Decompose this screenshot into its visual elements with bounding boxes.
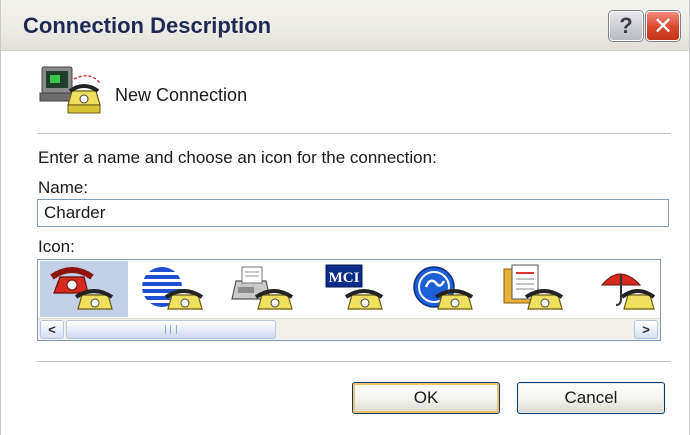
cancel-button[interactable]: Cancel [517,382,665,414]
arrow-right-icon: > [642,322,650,337]
dialog-body: New Connection Enter a name and choose a… [11,51,679,435]
umbrella-icon [600,273,656,310]
icon-list: MCI < > [37,259,661,341]
name-label: Name: [38,178,89,197]
scroll-right-button[interactable]: > [634,320,658,339]
ge-logo-icon [413,266,474,310]
icon-list-scrollbar[interactable]: < > [38,318,660,340]
icon-option-mci[interactable]: MCI [310,261,398,317]
connection-description-dialog: Connection Description ? ✕ New Connectio… [0,0,690,435]
icon-option-fax[interactable] [220,261,308,317]
scrollbar-thumb[interactable] [66,320,276,339]
name-input[interactable] [37,199,669,227]
icon-option-globe[interactable] [130,261,218,317]
close-icon: ✕ [652,12,674,40]
icon-option-documents[interactable] [490,261,578,317]
connection-heading: New Connection [115,85,248,105]
icon-label: Icon: [38,237,75,256]
icon-option-ge[interactable] [400,261,488,317]
mci-logo-text: MCI [329,270,360,286]
close-button[interactable]: ✕ [646,11,680,41]
scroll-left-button[interactable]: < [40,320,64,339]
grip-icon [165,325,177,334]
red-telephone-icon [50,267,114,310]
striped-globe-icon [140,267,204,310]
instruction-text: Enter a name and choose an icon for the … [38,148,437,167]
title-bar[interactable]: Connection Description ? ✕ [1,0,689,51]
telephone-computer-icon [39,66,101,114]
arrow-left-icon: < [48,322,56,337]
icon-option-umbrella[interactable] [580,261,660,317]
help-icon: ? [619,13,633,38]
documents-icon [503,264,564,310]
icon-strip: MCI [38,260,660,318]
window-title: Connection Description [23,13,272,38]
icon-option-telephone[interactable] [40,261,128,317]
top-divider [37,133,671,135]
help-button[interactable]: ? [609,11,643,41]
bottom-divider [37,361,671,363]
ok-button[interactable]: OK [352,382,500,414]
mci-logo-icon: MCI [325,264,384,310]
fax-machine-icon [231,266,294,310]
